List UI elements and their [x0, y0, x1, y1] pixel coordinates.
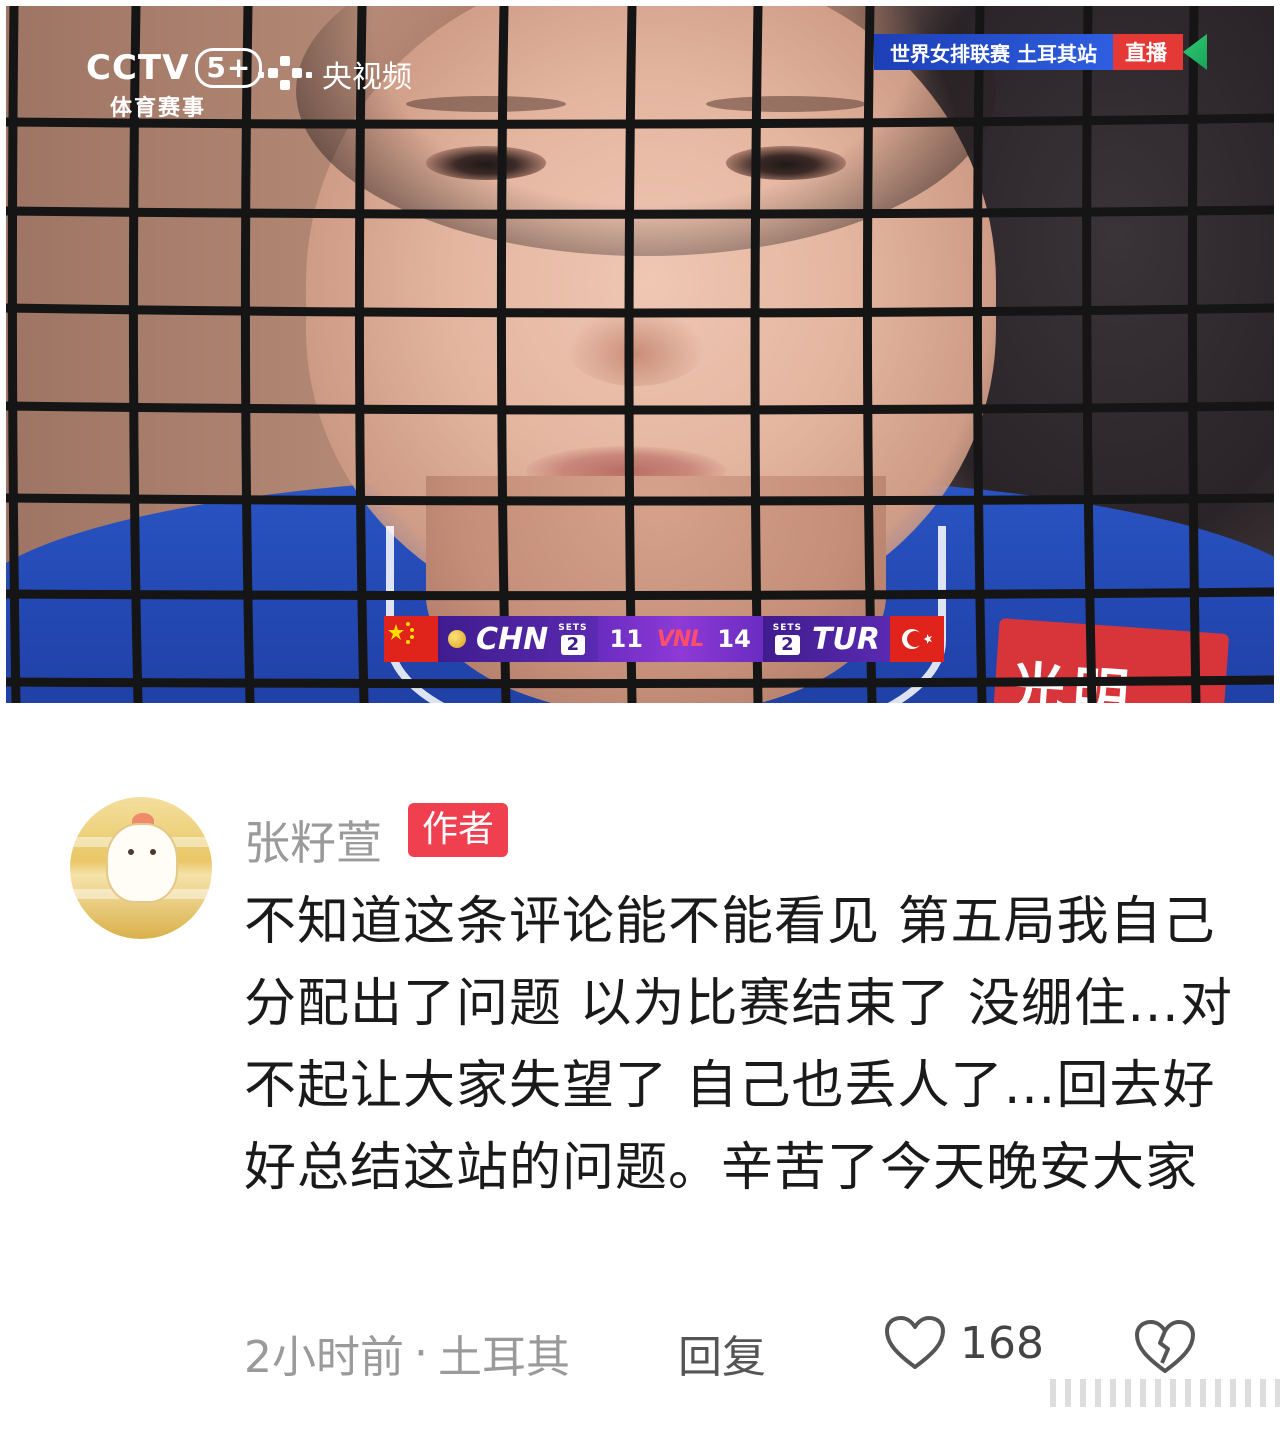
- logo-main-text: CCTV: [86, 48, 190, 88]
- reply-button[interactable]: 回复: [678, 1321, 766, 1385]
- away-points: 14: [717, 625, 751, 653]
- logo-badge: 5+: [195, 48, 263, 88]
- home-sets-value: 2: [560, 634, 586, 655]
- live-banner: 世界女排联赛 土耳其站 直播: [874, 34, 1207, 70]
- yangshipin-icon: [258, 56, 312, 90]
- comment-time: 2小时前: [244, 1332, 404, 1383]
- dislike-button[interactable]: [1134, 1319, 1196, 1379]
- heart-icon: [885, 1316, 945, 1369]
- home-sets: SETS 2: [558, 622, 588, 655]
- turkey-flag-icon: [889, 616, 944, 662]
- yangshipin-logo: 央视频: [258, 52, 412, 96]
- logo-sub-text: 体育赛事: [110, 96, 207, 121]
- away-team-code: TUR: [812, 621, 880, 657]
- home-team: CHN SETS 2: [438, 616, 598, 662]
- home-points: 11: [609, 625, 643, 653]
- like-count: 168: [960, 1317, 1044, 1369]
- vnl-logo: VNL: [656, 626, 704, 652]
- scoreboard: CHN SETS 2 11 VNL 14 SETS 2 TUR: [384, 616, 944, 662]
- broken-heart-icon: [1135, 1320, 1195, 1373]
- china-flag-icon: [384, 616, 438, 662]
- live-title: 世界女排联赛 土耳其站: [874, 34, 1113, 70]
- away-sets: SETS 2: [772, 622, 803, 655]
- author-badge: 作者: [408, 803, 509, 857]
- away-team: SETS 2 TUR: [762, 616, 890, 662]
- avatar[interactable]: [70, 797, 212, 939]
- serve-ball-icon: [448, 630, 466, 648]
- comment-meta: 2小时前 · 土耳其: [244, 1321, 570, 1385]
- decorative-bars: [1050, 1379, 1280, 1407]
- cctv-logo: CCTV 5+ 体育赛事: [86, 48, 263, 122]
- live-arrow-icon: [1182, 34, 1207, 70]
- app-name: 央视频: [322, 60, 412, 95]
- like-button[interactable]: 168: [884, 1315, 1044, 1371]
- live-tag: 直播: [1112, 34, 1183, 70]
- away-sets-value: 2: [775, 634, 800, 655]
- score-middle: 11 VNL 14: [597, 616, 763, 662]
- comment-text: 不知道这条评论能不能看见 第五局我自己分配出了问题 以为比赛结束了 没绷住…对不…: [244, 892, 1234, 1198]
- username[interactable]: 张籽萱: [244, 807, 382, 873]
- chick-avatar-icon: [106, 823, 178, 903]
- comment-location: 土耳其: [438, 1332, 570, 1383]
- comment-card: 张籽萱 作者 不知道这条评论能不能看见 第五局我自己分配出了问题 以为比赛结束了…: [0, 703, 1280, 1432]
- home-team-code: CHN: [476, 621, 549, 657]
- video-screenshot: 光明 CCTV 5+ 体育赛事 央视频 世界女排联赛 土耳其站 直播 CHN S…: [6, 6, 1274, 703]
